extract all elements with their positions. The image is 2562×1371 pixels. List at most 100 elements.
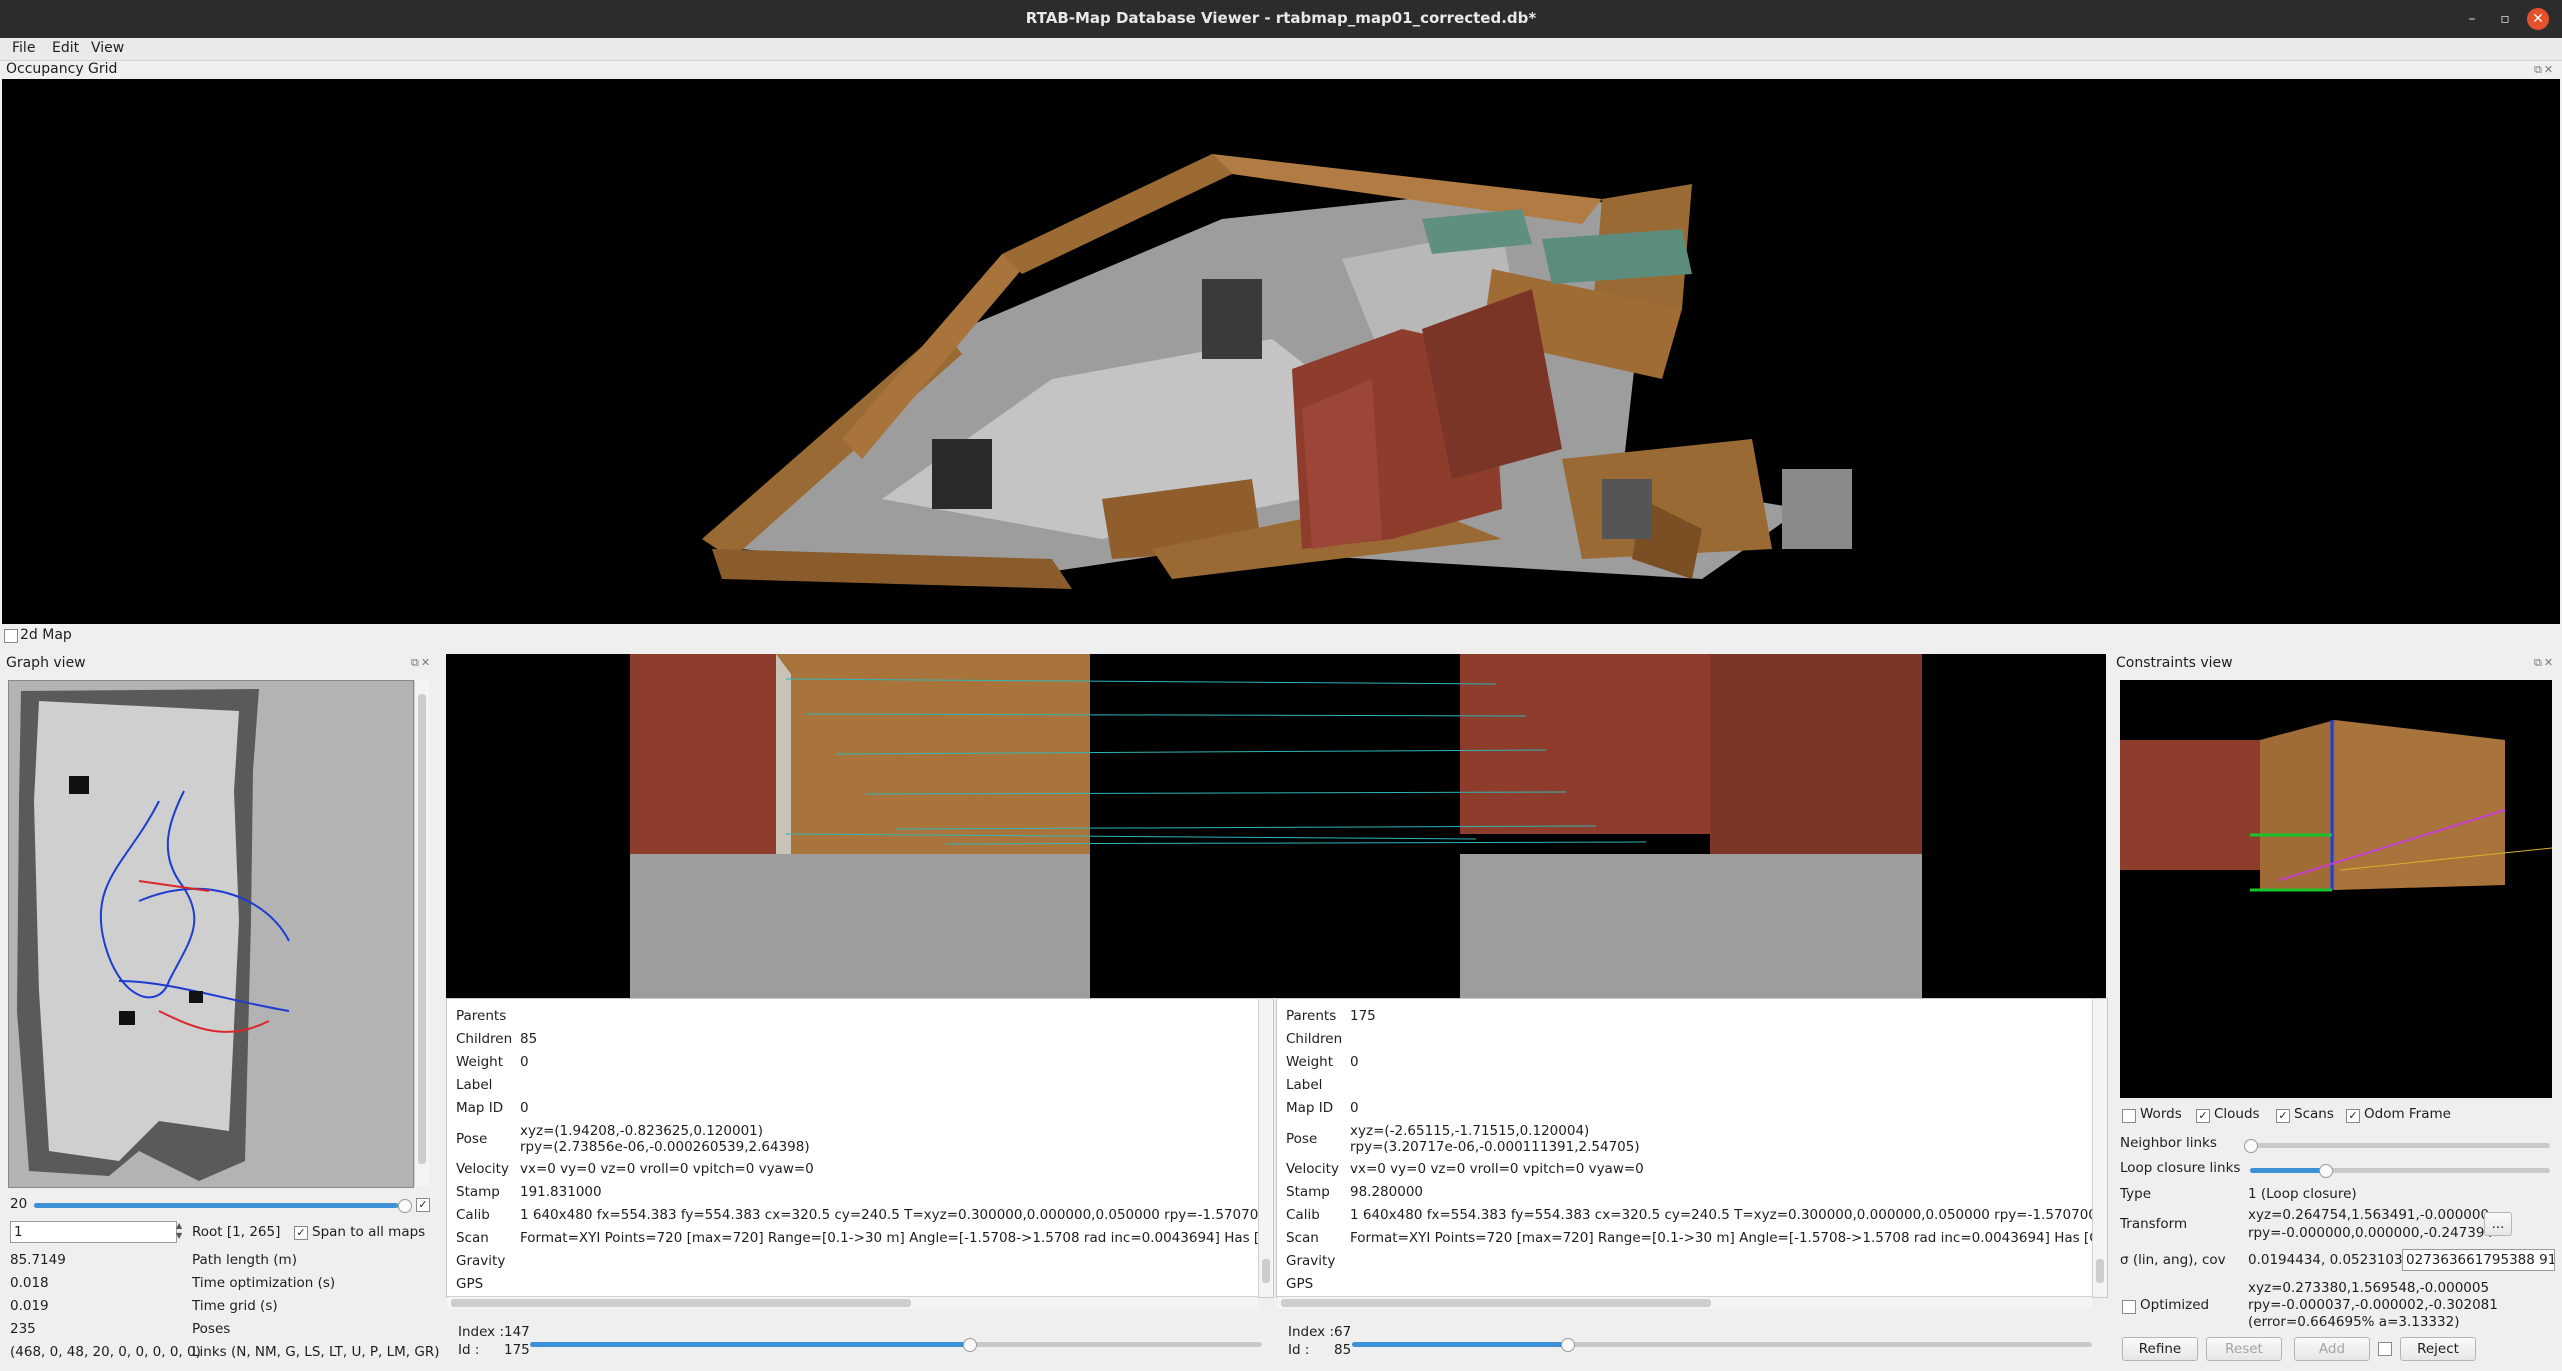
left-info-row-label: Velocity xyxy=(456,1161,509,1177)
left-info-row-label: Map ID xyxy=(456,1100,504,1116)
left-index-slider-fill xyxy=(530,1342,969,1347)
graph-view-canvas[interactable] xyxy=(8,680,414,1188)
stat-time-opt-value: 0.018 xyxy=(10,1275,49,1291)
reset-button[interactable]: Reset xyxy=(2206,1337,2282,1361)
neighbor-links-label: Neighbor links xyxy=(2120,1135,2217,1151)
right-info-vscroll[interactable] xyxy=(2092,999,2107,1297)
stat-path-length-value: 85.7149 xyxy=(10,1252,66,1268)
odom-frame-label: Odom Frame xyxy=(2364,1106,2451,1122)
graph-iterations-field[interactable]: 1 xyxy=(10,1221,177,1243)
reject-checkbox[interactable] xyxy=(2378,1342,2392,1356)
graph-dock-buttons[interactable]: ⧉✕ xyxy=(411,656,432,670)
graph-slider-handle[interactable] xyxy=(398,1199,412,1213)
constraints-dock-buttons[interactable]: ⧉✕ xyxy=(2534,656,2555,670)
graph-map-render xyxy=(17,689,290,1181)
scans-label: Scans xyxy=(2294,1106,2334,1122)
right-info-row-label: Scan xyxy=(1286,1230,1319,1246)
menu-file[interactable]: File xyxy=(12,40,35,56)
optimized-checkbox[interactable] xyxy=(2122,1300,2136,1314)
left-info-row-value: vx=0 vy=0 vz=0 vroll=0 vpitch=0 vyaw=0 xyxy=(520,1161,814,1177)
right-info-row-label: Weight xyxy=(1286,1054,1334,1070)
constraints-3d-view[interactable] xyxy=(2120,680,2553,1098)
left-info-row-label: Label xyxy=(456,1077,493,1093)
left-info-row-label: Gravity xyxy=(456,1253,506,1269)
right-id-value: 85 xyxy=(1334,1342,1352,1358)
stat-time-grid-label: Time grid (s) xyxy=(192,1298,278,1314)
right-info-row-label: Stamp xyxy=(1286,1184,1330,1200)
map2d-checkbox[interactable] xyxy=(4,629,18,643)
covariance-field[interactable]: 027363661795388 91 xyxy=(2402,1249,2555,1271)
left-info-row-label: Scan xyxy=(456,1230,489,1246)
right-info-row-value: 1 640x480 fx=554.383 fy=554.383 cx=320.5… xyxy=(1350,1207,2094,1223)
left-info-row-value: 191.831000 xyxy=(520,1184,602,1200)
loop-closure-slider-handle[interactable] xyxy=(2319,1164,2333,1178)
left-index-slider-handle[interactable] xyxy=(963,1338,977,1352)
transform-label: Transform xyxy=(2120,1216,2188,1232)
neighbor-links-slider-handle[interactable] xyxy=(2244,1139,2258,1153)
graph-view-title: Graph view xyxy=(6,655,86,671)
loop-closure-links-label: Loop closure links xyxy=(2120,1160,2241,1176)
refine-button[interactable]: Refine xyxy=(2122,1337,2198,1361)
left-info-row-value: Format=XYI Points=720 [max=720] Range=[0… xyxy=(520,1230,1264,1246)
sigma-value: 0.0194434, 0.0523103 xyxy=(2248,1252,2403,1268)
map2d-label: 2d Map xyxy=(20,627,72,643)
right-info-row-value: 0 xyxy=(1350,1054,1359,1070)
graph-scrollbar[interactable] xyxy=(414,680,429,1186)
minimize-button[interactable]: – xyxy=(2461,8,2483,30)
clouds-checkbox[interactable]: ✓ xyxy=(2196,1109,2210,1123)
right-info-row-label: Velocity xyxy=(1286,1161,1339,1177)
left-info-row-value: xyz=(1.94208,-0.823625,0.120001) xyxy=(520,1123,764,1139)
left-info-row-label: Weight xyxy=(456,1054,504,1070)
optimized-label: Optimized xyxy=(2140,1297,2210,1313)
left-info-row-value: 85 xyxy=(520,1031,538,1047)
menu-view[interactable]: View xyxy=(91,40,124,56)
graph-slider-value: 20 xyxy=(10,1196,28,1212)
scans-checkbox[interactable]: ✓ xyxy=(2276,1109,2290,1123)
right-index-slider-fill xyxy=(1352,1342,1567,1347)
occupancy-dock-buttons[interactable]: ⧉✕ xyxy=(2534,63,2555,77)
right-index-label: Index : xyxy=(1288,1324,1335,1340)
left-index-label: Index : xyxy=(458,1324,505,1340)
transform-edit-button[interactable]: ... xyxy=(2484,1212,2512,1236)
right-info-row-label: Calib xyxy=(1286,1207,1320,1223)
neighbor-links-slider-track[interactable] xyxy=(2250,1143,2550,1148)
reject-button[interactable]: Reject xyxy=(2400,1337,2476,1361)
sigma-label: σ (lin, ang), cov xyxy=(2120,1252,2226,1268)
menu-edit[interactable]: Edit xyxy=(52,40,79,56)
span-all-maps-checkbox[interactable]: ✓ xyxy=(294,1226,308,1240)
odom-frame-checkbox[interactable]: ✓ xyxy=(2346,1109,2360,1123)
image-view[interactable] xyxy=(446,654,2106,998)
left-info-row-value: 0 xyxy=(520,1100,529,1116)
right-index-slider-handle[interactable] xyxy=(1561,1338,1575,1352)
right-info-hscroll[interactable] xyxy=(1277,1296,2092,1309)
right-info-row-value: xyz=(-2.65115,-1.71515,0.120004) xyxy=(1350,1123,1590,1139)
constraints-view-title: Constraints view xyxy=(2116,655,2233,671)
left-info-row-value-2: rpy=(2.73856e-06,-0.000260539,2.64398) xyxy=(520,1139,810,1155)
stat-poses-label: Poses xyxy=(192,1321,231,1337)
graph-slider-checkbox[interactable]: ✓ xyxy=(416,1198,430,1212)
left-index-value: 147 xyxy=(504,1324,530,1340)
feature-matches-render xyxy=(630,654,1922,998)
graph-spinbox-arrows[interactable]: ▲ ▼ xyxy=(176,1221,186,1243)
graph-slider-fill xyxy=(34,1203,398,1208)
words-checkbox[interactable] xyxy=(2122,1109,2136,1123)
type-value: 1 (Loop closure) xyxy=(2248,1186,2357,1202)
loop-closure-slider-fill xyxy=(2250,1168,2325,1173)
maximize-button[interactable]: ▫ xyxy=(2494,8,2516,30)
type-label: Type xyxy=(2120,1186,2152,1202)
add-button[interactable]: Add xyxy=(2294,1337,2370,1361)
right-info-row-value-2: rpy=(3.20717e-06,-0.000111391,2.54705) xyxy=(1350,1139,1640,1155)
transform-value-rpy: rpy=-0.000000,0.000000,-0.247394 xyxy=(2248,1225,2493,1241)
occupancy-grid-view[interactable] xyxy=(2,79,2560,624)
left-id-value: 175 xyxy=(504,1342,530,1358)
stat-links-value: (468, 0, 48, 20, 0, 0, 0, 0, 0) xyxy=(10,1344,201,1360)
stat-time-grid-value: 0.019 xyxy=(10,1298,49,1314)
right-info-row-value: Format=XYI Points=720 [max=720] Range=[0… xyxy=(1350,1230,2094,1246)
close-button[interactable]: ✕ xyxy=(2527,8,2549,30)
right-info-row-label: GPS xyxy=(1286,1276,1314,1292)
occupancy-grid-title: Occupancy Grid xyxy=(6,61,118,77)
left-info-hscroll[interactable] xyxy=(447,1296,1258,1309)
left-info-row-label: Pose xyxy=(456,1131,488,1147)
graph-root-label: Root [1, 265] xyxy=(192,1224,281,1240)
left-info-vscroll[interactable] xyxy=(1258,999,1273,1297)
